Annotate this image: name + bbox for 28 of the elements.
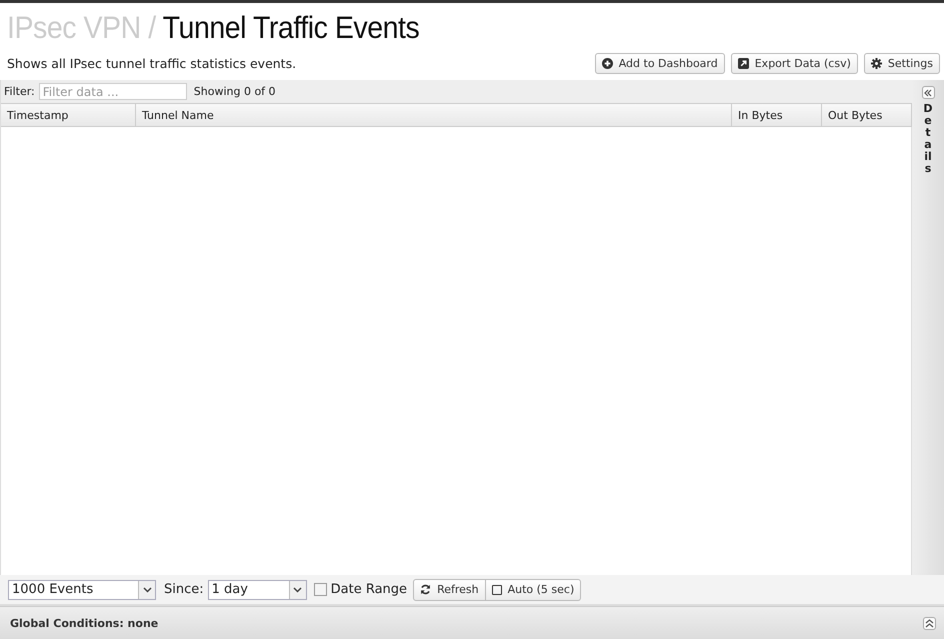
- since-dropdown[interactable]: 1 day: [208, 580, 307, 600]
- details-tab[interactable]: Details: [922, 103, 934, 176]
- since-label: Since:: [164, 582, 204, 597]
- filter-label: Filter:: [4, 85, 35, 98]
- event-limit-dropdown[interactable]: 1000 Events: [8, 580, 156, 600]
- chevron-down-icon: [142, 586, 152, 592]
- column-header[interactable]: Timestamp: [1, 104, 136, 126]
- column-header[interactable]: In Bytes: [732, 104, 822, 126]
- gear-icon: [870, 58, 882, 68]
- refresh-button[interactable]: Refresh: [413, 578, 486, 600]
- column-header[interactable]: Tunnel Name: [136, 104, 732, 126]
- date-range-checkbox[interactable]: [314, 583, 327, 596]
- external-link-icon: [738, 58, 749, 68]
- add-to-dashboard-button[interactable]: Add to Dashboard: [594, 52, 725, 74]
- result-count: Showing 0 of 0: [194, 85, 276, 98]
- filter-field[interactable]: Filter data ...: [38, 83, 187, 100]
- chevron-down-icon: [293, 586, 302, 592]
- expand-icon[interactable]: [922, 86, 934, 99]
- expand-up-icon[interactable]: [923, 616, 936, 630]
- settings-button[interactable]: Settings: [864, 52, 940, 74]
- date-range-label: Date Range: [330, 582, 408, 597]
- page-description: Shows all IPsec tunnel traffic statistics events.: [7, 56, 296, 70]
- page-title: Tunnel Traffic Events: [162, 10, 420, 45]
- global-conditions-label: Global Conditions: none: [10, 616, 158, 630]
- auto-refresh-toggle[interactable]: Auto (5 sec): [486, 578, 582, 600]
- export-button[interactable]: Export Data (csv): [730, 52, 858, 74]
- refresh-icon: [420, 584, 432, 595]
- plus-icon: [602, 58, 613, 68]
